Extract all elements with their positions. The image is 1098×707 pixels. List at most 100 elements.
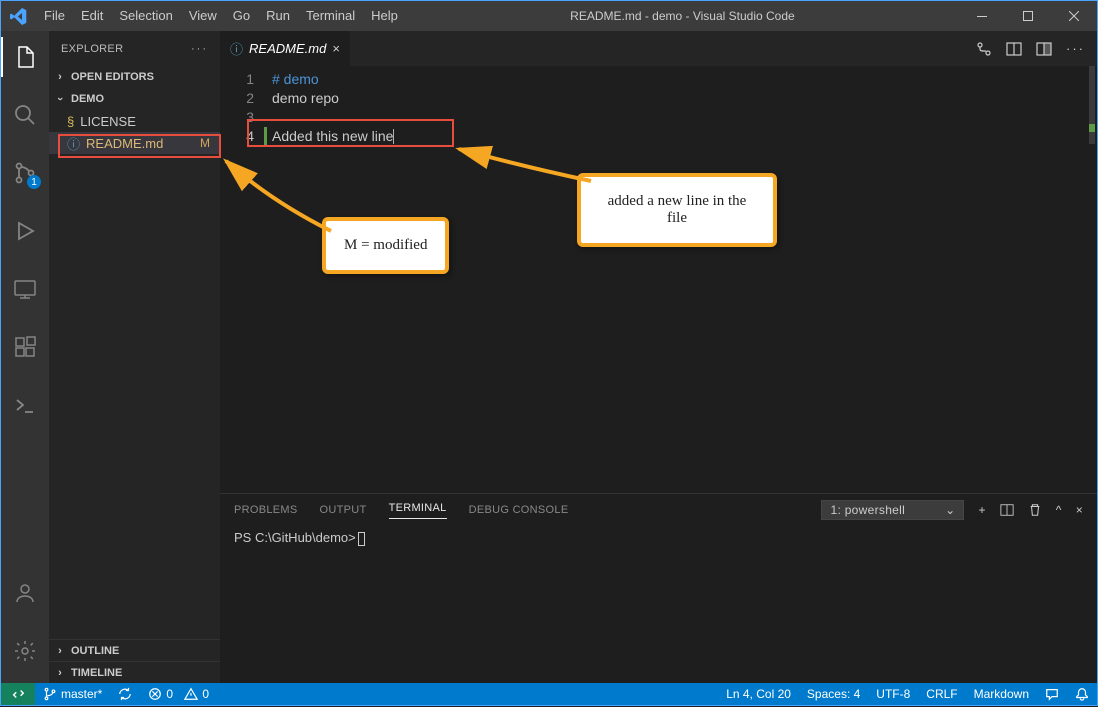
cursor-position[interactable]: Ln 4, Col 20 [718, 687, 799, 701]
chevron-down-icon: ⌄ [945, 503, 955, 517]
panel-tabs: PROBLEMS OUTPUT TERMINAL DEBUG CONSOLE 1… [220, 494, 1097, 526]
panel-tab-output[interactable]: OUTPUT [320, 504, 367, 516]
file-name: LICENSE [80, 114, 136, 129]
source-control-icon[interactable]: 1 [1, 153, 49, 193]
info-icon: ⓘ [230, 39, 243, 58]
chevron-right-icon: › [53, 645, 67, 657]
menu-file[interactable]: File [36, 1, 73, 31]
scm-badge: 1 [27, 175, 41, 189]
terminal-icon[interactable] [1, 385, 49, 425]
menu-terminal[interactable]: Terminal [298, 1, 363, 31]
sync-changes[interactable] [110, 683, 140, 705]
folder-section[interactable]: › DEMO [49, 88, 220, 110]
remote-indicator[interactable] [1, 683, 35, 705]
more-actions-icon[interactable]: ··· [1066, 41, 1085, 56]
accounts-icon[interactable] [1, 573, 49, 613]
minimap-slider[interactable] [1089, 66, 1095, 144]
status-bar: master* 0 0 Ln 4, Col 20 Spaces: 4 UTF-8… [1, 683, 1097, 705]
maximize-button[interactable] [1005, 1, 1051, 31]
file-row[interactable]: § LICENSE [49, 110, 220, 132]
notifications-icon[interactable] [1067, 687, 1097, 701]
code-content[interactable]: # demo demo repo Added this new line [272, 66, 1097, 493]
certificate-icon: § [67, 114, 74, 129]
close-icon[interactable]: × [332, 41, 340, 56]
maximize-panel-icon[interactable]: ^ [1056, 503, 1062, 517]
code-editor[interactable]: 1 2 3 4 # demo demo repo Added this new … [220, 66, 1097, 493]
explorer-icon[interactable] [1, 37, 49, 77]
warning-count: 0 [202, 687, 209, 701]
explorer-more-icon[interactable]: ··· [191, 43, 208, 55]
menu-selection[interactable]: Selection [111, 1, 180, 31]
close-button[interactable] [1051, 1, 1097, 31]
git-status-modified: M [200, 136, 210, 150]
code-line [272, 108, 1097, 127]
terminal-prompt: PS C:\GitHub\demo> [234, 530, 356, 545]
explorer-title: EXPLORER [61, 43, 123, 55]
minimize-button[interactable] [959, 1, 1005, 31]
titlebar: File Edit Selection View Go Run Terminal… [1, 1, 1097, 31]
file-row[interactable]: ⓘ README.md M [49, 132, 220, 154]
window-title: README.md - demo - Visual Studio Code [406, 9, 959, 23]
line-number: 1 [220, 70, 254, 89]
terminal-content[interactable]: PS C:\GitHub\demo> [220, 526, 1097, 683]
split-terminal-icon[interactable] [1000, 503, 1014, 517]
language-mode[interactable]: Markdown [966, 687, 1037, 701]
open-changes-icon[interactable] [976, 41, 992, 57]
tab-label: README.md [249, 41, 326, 56]
new-terminal-icon[interactable]: + [978, 503, 985, 517]
file-name: README.md [86, 136, 163, 151]
kill-terminal-icon[interactable] [1028, 503, 1042, 517]
open-editors-label: OPEN EDITORS [71, 71, 154, 83]
timeline-section[interactable]: › TIMELINE [49, 661, 220, 683]
code-line: # demo [272, 70, 1097, 89]
file-tree: § LICENSE ⓘ README.md M [49, 110, 220, 639]
code-line: Added this new line [272, 127, 1097, 146]
line-number: 3 [220, 108, 254, 127]
menu-go[interactable]: Go [225, 1, 258, 31]
line-number: 2 [220, 89, 254, 108]
split-editor-icon[interactable] [1036, 41, 1052, 57]
code-line: demo repo [272, 89, 1097, 108]
outline-section[interactable]: › OUTLINE [49, 639, 220, 661]
menu-help[interactable]: Help [363, 1, 406, 31]
chevron-right-icon: › [53, 71, 67, 83]
menu-view[interactable]: View [181, 1, 225, 31]
timeline-label: TIMELINE [71, 667, 122, 679]
menu-edit[interactable]: Edit [73, 1, 111, 31]
annotation-callout: M = modified [322, 217, 449, 274]
branch-name: master* [61, 687, 102, 701]
open-editors-section[interactable]: › OPEN EDITORS [49, 66, 220, 88]
git-branch[interactable]: master* [35, 683, 110, 705]
feedback-icon[interactable] [1037, 687, 1067, 701]
folder-label: DEMO [71, 93, 104, 105]
extensions-icon[interactable] [1, 327, 49, 367]
panel-tab-debug-console[interactable]: DEBUG CONSOLE [469, 504, 569, 516]
remote-explorer-icon[interactable] [1, 269, 49, 309]
settings-gear-icon[interactable] [1, 631, 49, 671]
outline-label: OUTLINE [71, 645, 119, 657]
run-debug-icon[interactable] [1, 211, 49, 251]
text-cursor [393, 129, 394, 144]
line-number: 4 [220, 127, 254, 146]
minimap-git-marker [1089, 124, 1095, 132]
editor-tab[interactable]: ⓘ README.md × [220, 31, 351, 66]
terminal-selector[interactable]: 1: powershell⌄ [821, 500, 964, 520]
panel-tab-terminal[interactable]: TERMINAL [389, 502, 447, 519]
vscode-logo-icon [1, 8, 36, 25]
chevron-right-icon: › [53, 667, 67, 679]
close-panel-icon[interactable]: × [1076, 503, 1083, 517]
info-icon: ⓘ [67, 134, 80, 153]
annotation-callout: added a new line in the file [577, 173, 777, 247]
errors-warnings[interactable]: 0 0 [140, 683, 217, 705]
menu-run[interactable]: Run [258, 1, 298, 31]
menu-bar: File Edit Selection View Go Run Terminal… [36, 1, 406, 31]
encoding[interactable]: UTF-8 [868, 687, 918, 701]
bottom-panel: PROBLEMS OUTPUT TERMINAL DEBUG CONSOLE 1… [220, 493, 1097, 683]
open-preview-icon[interactable] [1006, 41, 1022, 57]
search-icon[interactable] [1, 95, 49, 135]
eol[interactable]: CRLF [918, 687, 965, 701]
panel-tab-problems[interactable]: PROBLEMS [234, 504, 298, 516]
indentation[interactable]: Spaces: 4 [799, 687, 868, 701]
git-added-decoration [264, 127, 267, 146]
error-count: 0 [166, 687, 173, 701]
